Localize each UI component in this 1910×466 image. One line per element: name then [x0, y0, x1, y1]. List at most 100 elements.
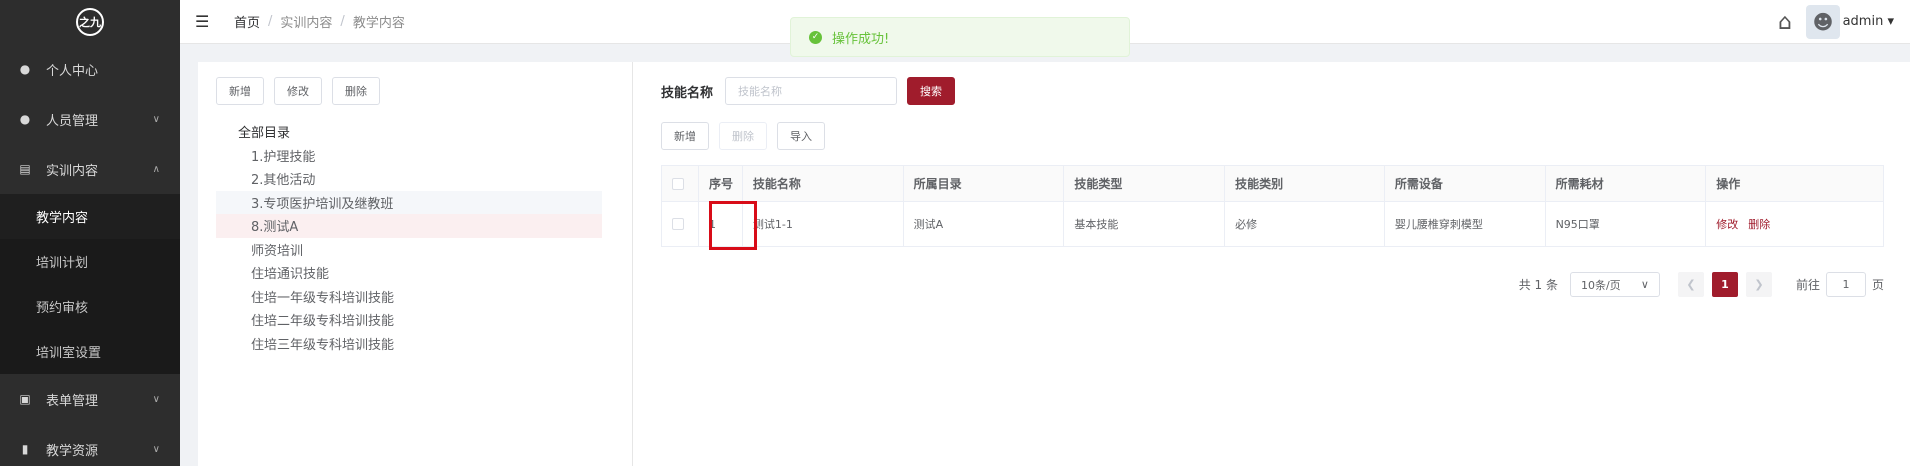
menu-toggle-icon[interactable]: ☰: [195, 12, 219, 31]
directory-panel: 新增 修改 删除 全部目录 1.护理技能 2.其他活动 3.专项医护培训及继教班…: [198, 62, 633, 466]
submenu: 教学内容 培训计划 预约审核 培训室设置: [0, 194, 180, 374]
column-header: 技能类型: [1064, 166, 1226, 201]
form-icon: ▣: [19, 392, 31, 406]
chevron-down-icon: ∨: [152, 113, 160, 125]
sidebar-item-training[interactable]: ▤ 实训内容 ∧: [0, 144, 180, 194]
add-skill-button[interactable]: 新增: [661, 122, 709, 150]
logo: 之九: [0, 0, 180, 44]
sidebar-item-label: 人员管理: [46, 113, 99, 129]
column-header: 技能类别: [1225, 166, 1385, 201]
next-page-button[interactable]: ❯: [1745, 272, 1772, 297]
pagination: 共 1 条 10条/页 ∨ ❮ 1 ❯ 前往 1 页: [1519, 272, 1884, 297]
tree-node[interactable]: 住培三年级专科培训技能: [216, 332, 602, 356]
cell-consumables: N95口罩: [1546, 202, 1707, 246]
chevron-down-icon: ∨: [152, 443, 160, 455]
edit-row-link[interactable]: 修改: [1716, 216, 1738, 232]
sidebar-subitem-room[interactable]: 培训室设置: [0, 329, 180, 374]
table-row: 1 测试1-1 测试A 基本技能 必修 婴儿腰椎穿刺模型 N95口罩 修改 删除: [662, 202, 1883, 246]
resource-icon: ▮: [21, 442, 29, 456]
select-all-checkbox[interactable]: [672, 177, 684, 190]
directory-tree: 全部目录 1.护理技能 2.其他活动 3.专项医护培训及继教班 8.测试A 师资…: [216, 120, 602, 355]
sidebar-item-profile[interactable]: ● 个人中心: [0, 44, 180, 94]
main-content: 新增 修改 删除 全部目录 1.护理技能 2.其他活动 3.专项医护培训及继教班…: [198, 62, 1910, 466]
sidebar-item-forms[interactable]: ▣ 表单管理 ∨: [0, 374, 180, 424]
total-count: 共 1 条: [1518, 278, 1558, 292]
delete-skill-button[interactable]: 删除: [719, 122, 767, 150]
column-header: 所需设备: [1385, 166, 1546, 201]
logo-icon: 之九: [76, 8, 104, 36]
sidebar-subitem-review[interactable]: 预约审核: [0, 284, 180, 329]
check-circle-icon: ✓: [809, 30, 822, 44]
page-suffix: 页: [1871, 278, 1884, 292]
chevron-down-icon: ∨: [1640, 278, 1649, 291]
column-header: 操作: [1716, 177, 1741, 191]
column-header: 所需耗材: [1546, 166, 1707, 201]
skill-name-input[interactable]: [725, 77, 898, 105]
skills-panel: 技能名称 搜索 新增 删除 导入 序号 技能名称 所属目录 技能类型 技能类别 …: [634, 62, 1910, 466]
tree-node[interactable]: 住培二年级专科培训技能: [216, 308, 602, 332]
cell-directory: 测试A: [904, 202, 1065, 246]
breadcrumb-home[interactable]: 首页: [234, 12, 260, 31]
search-button[interactable]: 搜索: [907, 77, 956, 105]
tree-node[interactable]: 1.护理技能: [216, 144, 602, 168]
column-header: 序号: [699, 166, 743, 201]
user-menu[interactable]: admin ▾: [1843, 14, 1894, 29]
sidebar-subitem-teaching[interactable]: 教学内容: [0, 194, 180, 239]
import-button[interactable]: 导入: [777, 122, 825, 150]
breadcrumb-separator: /: [340, 14, 345, 29]
sidebar-item-resources[interactable]: ▮ 教学资源 ∨: [0, 424, 180, 466]
tree-node[interactable]: 师资培训: [216, 238, 602, 262]
cell-name: 测试1-1: [743, 202, 904, 246]
tree-node[interactable]: 3.专项医护培训及继教班: [216, 190, 602, 214]
tree-node-selected[interactable]: 8.测试A: [216, 214, 602, 238]
sidebar-item-label: 实训内容: [46, 163, 99, 179]
goto-page-input[interactable]: 1: [1825, 272, 1866, 297]
search-label: 技能名称: [661, 85, 714, 101]
breadcrumb-training: 实训内容: [280, 16, 333, 31]
row-checkbox-cell: [662, 202, 699, 246]
skills-table: 序号 技能名称 所属目录 技能类型 技能类别 所需设备 所需耗材 操作 1 测试…: [661, 165, 1884, 247]
breadcrumb: 首页 / 实训内容 / 教学内容: [234, 12, 405, 31]
edit-directory-button[interactable]: 修改: [274, 77, 322, 105]
table-header: 序号 技能名称 所属目录 技能类型 技能类别 所需设备 所需耗材 操作: [662, 166, 1883, 202]
directory-toolbar: 新增 修改 删除: [216, 77, 380, 105]
delete-row-link[interactable]: 删除: [1748, 216, 1770, 232]
current-page[interactable]: 1: [1711, 272, 1738, 297]
cell-category: 必修: [1225, 202, 1385, 246]
column-header: 所属目录: [904, 166, 1065, 201]
tree-node[interactable]: 2.其他活动: [216, 167, 602, 191]
avatar[interactable]: ☻: [1806, 5, 1840, 39]
chevron-up-icon: ∧: [152, 163, 160, 175]
prev-page-button[interactable]: ❮: [1677, 272, 1704, 297]
page-size-select[interactable]: 10条/页 ∨: [1569, 272, 1660, 297]
sidebar-item-label: 教学资源: [46, 443, 99, 459]
sidebar-subitem-plan[interactable]: 培训计划: [0, 239, 180, 284]
goto-label: 前往: [1795, 278, 1820, 292]
user-name: admin: [1842, 14, 1884, 29]
tree-node[interactable]: 住培一年级专科培训技能: [216, 285, 602, 309]
users-icon: ●: [19, 112, 31, 126]
book-icon: ▤: [19, 162, 31, 176]
header-checkbox-cell: [662, 166, 699, 201]
tree-node[interactable]: 住培通识技能: [216, 261, 602, 285]
highlight-box: [709, 201, 757, 250]
toast-message: 操作成功!: [832, 31, 890, 47]
caret-down-icon: ▾: [1887, 14, 1894, 29]
table-toolbar: 新增 删除 导入: [661, 122, 825, 150]
cell-actions: 修改 删除: [1706, 202, 1883, 246]
column-header: 技能名称: [743, 166, 904, 201]
page-size-value: 10条/页: [1580, 278, 1621, 292]
row-checkbox[interactable]: [672, 218, 684, 230]
delete-directory-button[interactable]: 删除: [332, 77, 380, 105]
breadcrumb-teaching: 教学内容: [352, 16, 405, 31]
breadcrumb-separator: /: [268, 14, 273, 29]
add-directory-button[interactable]: 新增: [216, 77, 264, 105]
home-icon[interactable]: ⌂: [1778, 10, 1792, 35]
sidebar-item-label: 表单管理: [46, 393, 99, 409]
success-toast: ✓ 操作成功!: [790, 17, 1130, 57]
chevron-down-icon: ∨: [152, 393, 160, 405]
sidebar: 之九 ● 个人中心 ● 人员管理 ∨ ▤ 实训内容 ∧ 教学内容 培训计划 预约…: [0, 0, 180, 466]
sidebar-item-personnel[interactable]: ● 人员管理 ∨: [0, 94, 180, 144]
user-icon: ●: [19, 62, 31, 76]
tree-node-root[interactable]: 全部目录: [216, 120, 602, 144]
